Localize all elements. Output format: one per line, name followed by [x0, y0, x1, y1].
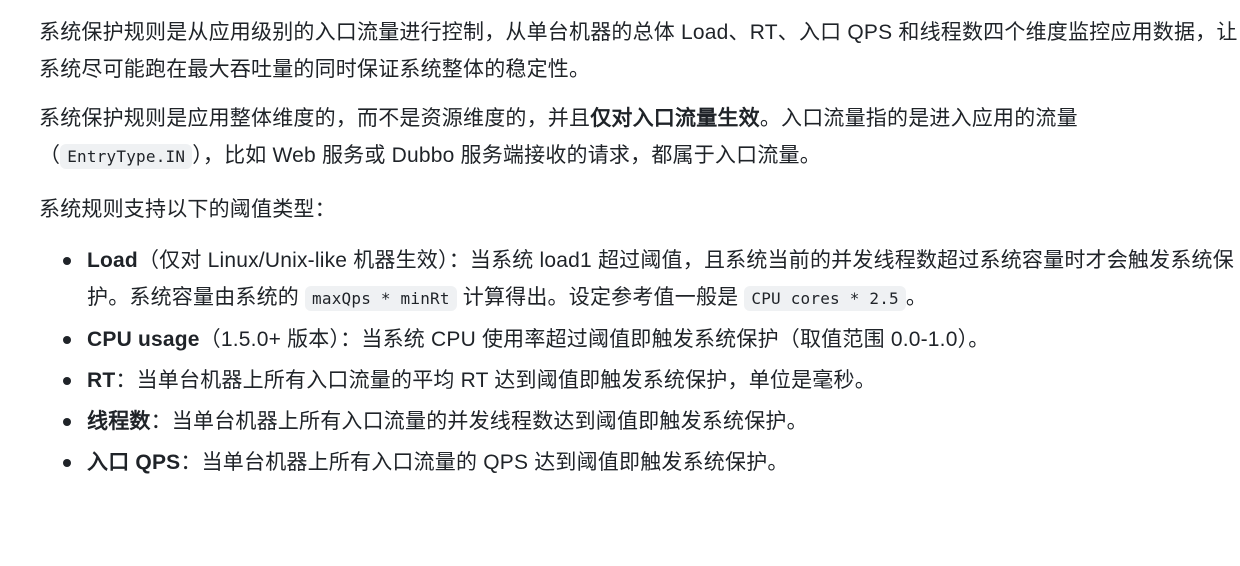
bullet-icon: [63, 336, 71, 344]
entry-qps-label: 入口 QPS: [87, 451, 181, 474]
list-item-rt: RT：当单台机器上所有入口流量的平均 RT 达到阈值即触发系统保护，单位是毫秒。: [63, 362, 1239, 399]
list-item-thread-count: 线程数：当单台机器上所有入口流量的并发线程数达到阈值即触发系统保护。: [63, 403, 1239, 440]
list-item-entry-qps: 入口 QPS：当单台机器上所有入口流量的 QPS 达到阈值即触发系统保护。: [63, 444, 1239, 481]
bullet-icon: [63, 459, 71, 467]
bullet-icon: [63, 418, 71, 426]
scope-text-a: 系统保护规则是应用整体维度的，而不是资源维度的，并且: [39, 107, 591, 130]
scope-paragraph: 系统保护规则是应用整体维度的，而不是资源维度的，并且仅对入口流量生效。入口流量指…: [39, 100, 1239, 175]
threshold-intro-paragraph: 系统规则支持以下的阈值类型：: [39, 191, 1239, 228]
rt-label: RT: [87, 369, 116, 392]
scope-emphasis: 仅对入口流量生效: [590, 107, 760, 130]
intro-paragraph: 系统保护规则是从应用级别的入口流量进行控制，从单台机器的总体 Load、RT、入…: [39, 14, 1239, 88]
list-item-load: Load（仅对 Linux/Unix-like 机器生效）：当系统 load1 …: [63, 242, 1239, 317]
max-qps-min-rt-code: maxQps * minRt: [305, 286, 457, 311]
bullet-icon: [63, 377, 71, 385]
threshold-intro-text: 系统规则支持以下的阈值类型：: [39, 198, 336, 221]
document-body: 系统保护规则是从应用级别的入口流量进行控制，从单台机器的总体 Load、RT、入…: [0, 0, 1239, 481]
thread-count-label: 线程数: [87, 410, 151, 433]
rt-text: ：当单台机器上所有入口流量的平均 RT 达到阈值即触发系统保护，单位是毫秒。: [115, 369, 876, 392]
list-item-cpu-usage: CPU usage（1.5.0+ 版本）：当系统 CPU 使用率超过阈值即触发系…: [63, 321, 1239, 358]
load-label: Load: [87, 249, 138, 272]
cpu-cores-code: CPU cores * 2.5: [744, 286, 906, 311]
load-text-c: 。: [905, 286, 928, 309]
cpu-usage-text: （1.5.0+ 版本）：当系统 CPU 使用率超过阈值即触发系统保护（取值范围 …: [199, 328, 990, 351]
intro-text: 系统保护规则是从应用级别的入口流量进行控制，从单台机器的总体 Load、RT、入…: [39, 21, 1238, 81]
thread-count-text: ：当单台机器上所有入口流量的并发线程数达到阈值即触发系统保护。: [150, 410, 808, 433]
threshold-type-list: Load（仅对 Linux/Unix-like 机器生效）：当系统 load1 …: [39, 242, 1239, 481]
scope-text-c: ），比如 Web 服务或 Dubbo 服务端接收的请求，都属于入口流量。: [192, 144, 821, 167]
entry-qps-text: ：当单台机器上所有入口流量的 QPS 达到阈值即触发系统保护。: [180, 451, 789, 474]
bullet-icon: [63, 257, 71, 265]
cpu-usage-label: CPU usage: [87, 328, 200, 351]
load-text-b: 计算得出。设定参考值一般是: [456, 286, 745, 309]
entry-type-code: EntryType.IN: [60, 144, 193, 169]
